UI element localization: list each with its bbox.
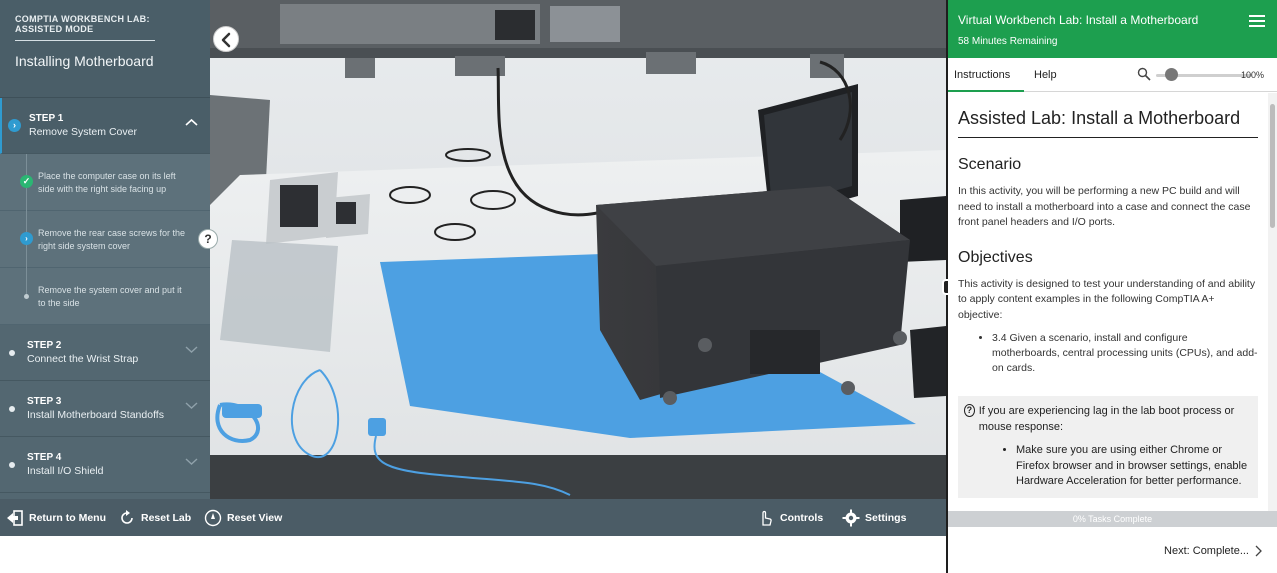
checkmark-icon: ✓ xyxy=(20,175,33,188)
tab-help[interactable]: Help xyxy=(1034,69,1057,81)
step-name: Install Motherboard Standoffs xyxy=(27,409,164,421)
active-tab-indicator xyxy=(948,90,1024,92)
return-to-menu-button[interactable]: Return to Menu xyxy=(6,509,106,527)
chevron-down-icon[interactable] xyxy=(185,455,198,468)
hand-pointer-icon xyxy=(762,510,772,526)
tab-instructions[interactable]: Instructions xyxy=(954,69,1010,81)
lab-name: Virtual Workbench Lab: Install a Motherb… xyxy=(958,13,1199,27)
step-name: Install I/O Shield xyxy=(27,465,104,477)
lag-tips-list: Make sure you are using either Chrome or… xyxy=(1016,443,1250,490)
substep-connector xyxy=(26,268,27,296)
substep-1-1[interactable]: ✓ Place the computer case on its left si… xyxy=(0,154,210,211)
scenario-text: In this activity, you will be performing… xyxy=(958,185,1251,228)
exit-arrow-icon xyxy=(7,510,23,526)
step-4[interactable]: STEP 4 Install I/O Shield xyxy=(0,437,210,493)
return-to-menu-label: Return to Menu xyxy=(29,512,106,524)
chevron-down-icon[interactable] xyxy=(185,343,198,356)
scrollbar-thumb[interactable] xyxy=(1270,104,1275,228)
lag-intro-text: If you are experiencing lag in the lab b… xyxy=(978,405,1235,433)
lag-notice: ? If you are experiencing lag in the lab… xyxy=(958,396,1258,498)
zoom-level: 100% xyxy=(1241,70,1265,80)
objectives-text: This activity is designed to test your u… xyxy=(958,277,1256,321)
time-remaining: 58 Minutes Remaining xyxy=(958,36,1058,47)
progress-text: 0% Tasks Complete xyxy=(1072,514,1153,524)
lag-notice-intro: ? If you are experiencing lag in the lab… xyxy=(964,404,1250,435)
instructions-tabs: Instructions Help 100% xyxy=(948,58,1277,92)
objectives-list: 3.4 Given a scenario, install and config… xyxy=(992,331,1258,376)
substep-1-3[interactable]: Remove the system cover and put it to th… xyxy=(0,268,210,325)
steps-panel-header: COMPTIA WORKBENCH LAB: ASSISTED MODE Ins… xyxy=(0,0,210,98)
reset-lab-button[interactable]: Reset Lab xyxy=(118,509,191,527)
blank-area xyxy=(0,536,946,573)
content-heading: Assisted Lab: Install a Motherboard xyxy=(958,108,1258,138)
hamburger-menu-icon[interactable] xyxy=(1249,15,1265,28)
lab-title: Installing Motherboard xyxy=(15,53,154,69)
current-substep-icon: › xyxy=(20,232,33,245)
question-circle-icon: ? xyxy=(964,404,975,417)
step-2[interactable]: STEP 2 Connect the Wrist Strap xyxy=(0,325,210,381)
substep-text: Remove the system cover and put it to th… xyxy=(38,285,182,308)
step-number: STEP 4 xyxy=(27,452,62,463)
objective-item: 3.4 Given a scenario, install and config… xyxy=(992,331,1258,376)
compass-icon xyxy=(204,509,222,527)
scenario-heading: Scenario xyxy=(958,156,1022,173)
step-help-button[interactable]: ? xyxy=(198,229,218,249)
step-number: STEP 1 xyxy=(29,113,64,124)
step-3[interactable]: STEP 3 Install Motherboard Standoffs xyxy=(0,381,210,437)
step-number: STEP 2 xyxy=(27,340,62,351)
chevron-left-icon xyxy=(221,32,231,48)
substep-text: Place the computer case on its left side… xyxy=(38,171,176,194)
substep-text: Remove the rear case screws for the righ… xyxy=(38,228,186,251)
bottom-toolbar: Return to Menu Reset Lab Reset View Cont… xyxy=(0,499,946,536)
pending-dot-icon xyxy=(24,294,29,299)
step-bullet-icon xyxy=(9,350,15,356)
chevron-down-icon[interactable] xyxy=(185,399,198,412)
controls-label: Controls xyxy=(780,512,824,524)
chevron-up-icon[interactable] xyxy=(185,116,198,129)
refresh-icon xyxy=(121,510,133,524)
chevron-right-icon: › xyxy=(8,119,21,132)
reset-lab-label: Reset Lab xyxy=(141,512,192,524)
tasks-progress-bar: 0% Tasks Complete xyxy=(948,511,1277,527)
back-button[interactable] xyxy=(213,26,239,52)
next-button[interactable]: Next: Complete... xyxy=(1164,545,1263,557)
substep-1-2[interactable]: › Remove the rear case screws for the ri… xyxy=(0,211,210,268)
reset-view-label: Reset View xyxy=(227,512,283,524)
settings-label: Settings xyxy=(865,512,907,524)
step-1[interactable]: › STEP 1 Remove System Cover xyxy=(0,98,210,154)
step-bullet-icon xyxy=(9,406,15,412)
objectives-heading: Objectives xyxy=(958,248,1033,266)
step-name: Remove System Cover xyxy=(29,126,137,138)
magnifier-icon xyxy=(1137,67,1151,81)
workbench-3d-viewport[interactable] xyxy=(210,0,946,499)
gear-icon xyxy=(842,509,860,527)
chevron-right-icon xyxy=(1255,545,1262,557)
next-label: Next: Complete... xyxy=(1164,545,1249,557)
header-divider xyxy=(15,40,155,41)
lab-mode-label: COMPTIA WORKBENCH LAB: ASSISTED MODE xyxy=(15,14,150,34)
settings-button[interactable]: Settings xyxy=(842,509,906,527)
instructions-content: Assisted Lab: Install a Motherboard Scen… xyxy=(948,93,1268,511)
instructions-panel: Virtual Workbench Lab: Install a Motherb… xyxy=(948,0,1277,573)
step-bullet-icon xyxy=(9,462,15,468)
reset-view-button[interactable]: Reset View xyxy=(204,509,282,527)
workbench-scene-graphic xyxy=(210,0,946,499)
instructions-header: Virtual Workbench Lab: Install a Motherb… xyxy=(948,0,1277,58)
controls-button[interactable]: Controls xyxy=(757,509,823,527)
steps-panel: COMPTIA WORKBENCH LAB: ASSISTED MODE Ins… xyxy=(0,0,210,499)
step-name: Connect the Wrist Strap xyxy=(27,353,139,365)
step-number: STEP 3 xyxy=(27,396,62,407)
zoom-slider-handle[interactable] xyxy=(1165,68,1178,81)
lag-tip-item: Make sure you are using either Chrome or… xyxy=(1016,443,1250,490)
